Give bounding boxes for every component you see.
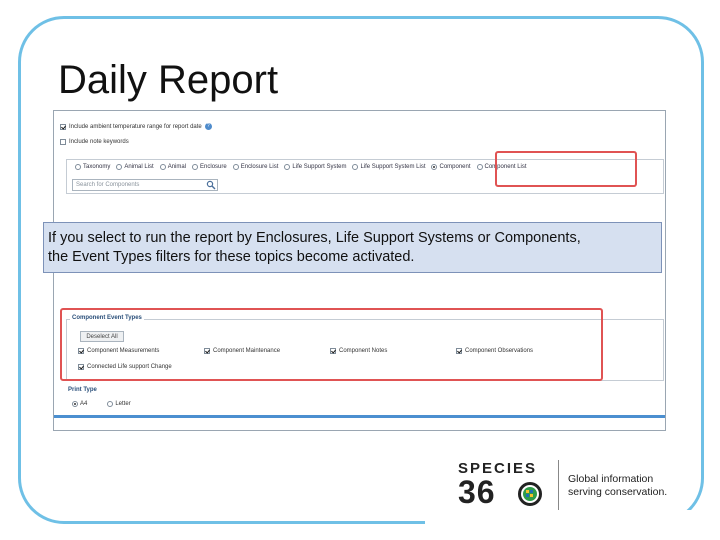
- note-keywords-checkbox[interactable]: [60, 139, 66, 145]
- logo-tagline-line-1: Global information: [568, 473, 654, 485]
- note-keywords-option[interactable]: Include note keywords: [60, 139, 129, 145]
- radio-label: Life Support System List: [360, 164, 426, 170]
- radio-button[interactable]: [116, 164, 123, 170]
- logo-tagline: Global information serving conservation.: [568, 473, 667, 498]
- radio-button[interactable]: [107, 401, 114, 407]
- logo-wordmark-36: 36: [458, 474, 496, 510]
- radio-button[interactable]: [159, 164, 166, 170]
- print-type-letter[interactable]: Letter: [107, 401, 131, 407]
- note-keywords-label: Include note keywords: [69, 139, 129, 145]
- radio-enclosure-list[interactable]: Enclosure List: [232, 164, 279, 170]
- radio-button[interactable]: [232, 164, 239, 170]
- logo-tagline-line-2: serving conservation.: [568, 485, 668, 498]
- component-highlight-box: [495, 151, 637, 187]
- radio-button-selected[interactable]: [431, 164, 438, 170]
- radio-button[interactable]: [476, 164, 483, 170]
- radio-life-support-system-list[interactable]: Life Support System List: [352, 164, 425, 170]
- frame-gap: [425, 510, 720, 540]
- radio-button-selected[interactable]: [72, 401, 78, 407]
- print-type-a4[interactable]: A4: [72, 401, 87, 407]
- radio-label: Enclosure List: [240, 164, 279, 170]
- report-by-radio-row: Taxonomy Animal List Animal Enclosure En…: [75, 164, 527, 170]
- search-icon[interactable]: [206, 180, 216, 190]
- radio-label: A4: [80, 401, 88, 407]
- radio-component[interactable]: Component: [431, 164, 471, 170]
- radio-enclosure[interactable]: Enclosure: [192, 164, 227, 170]
- radio-button[interactable]: [284, 164, 291, 170]
- screenshot-bottom-bar: [54, 415, 665, 418]
- radio-button[interactable]: [192, 164, 199, 170]
- radio-label: Component: [439, 164, 471, 170]
- radio-label: Letter: [115, 401, 131, 407]
- print-type-row: A4 Letter: [72, 401, 131, 407]
- ambient-temperature-option[interactable]: Include ambient temperature range for re…: [60, 123, 212, 130]
- ambient-temperature-checkbox[interactable]: [60, 123, 66, 130]
- event-types-highlight-box: [60, 308, 603, 381]
- radio-animal-list[interactable]: Animal List: [116, 164, 154, 170]
- radio-label: Animal: [167, 164, 187, 170]
- radio-label: Taxonomy: [83, 164, 111, 170]
- radio-label: Enclosure: [200, 164, 227, 170]
- component-search-input[interactable]: Search for Components: [72, 179, 218, 191]
- callout-line-1: If you select to run the report by Enclo…: [48, 230, 581, 246]
- slide-title: Daily Report: [58, 58, 279, 102]
- radio-taxonomy[interactable]: Taxonomy: [75, 164, 110, 170]
- info-icon[interactable]: ?: [204, 123, 212, 130]
- print-type-label: Print Type: [68, 387, 97, 393]
- explanation-callout: If you select to run the report by Enclo…: [43, 222, 662, 273]
- radio-label: Animal List: [124, 164, 154, 170]
- ambient-temperature-label: Include ambient temperature range for re…: [69, 123, 202, 130]
- radio-button[interactable]: [352, 164, 359, 170]
- species360-logo: SPECIES 36 Global information serving co…: [458, 460, 676, 512]
- radio-life-support-system[interactable]: Life Support System: [284, 164, 346, 170]
- radio-button[interactable]: [75, 164, 81, 170]
- radio-label: Life Support System: [292, 164, 347, 170]
- callout-line-2: the Event Types filters for these topics…: [48, 249, 415, 265]
- logo-divider: [558, 460, 559, 510]
- radio-animal[interactable]: Animal: [159, 164, 187, 170]
- globe-icon: [518, 482, 542, 506]
